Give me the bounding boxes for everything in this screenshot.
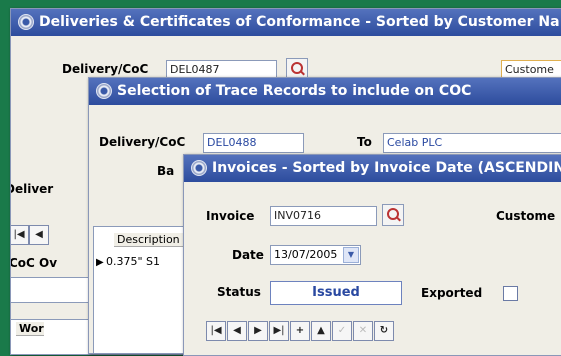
invoice-field[interactable]: INV0716 bbox=[270, 206, 377, 226]
date-combo[interactable]: 13/07/2005 ▼ bbox=[270, 245, 361, 265]
deliveries-titlebar[interactable]: Deliveries & Certificates of Conformance… bbox=[11, 9, 561, 36]
invoice-label: Invoice bbox=[206, 209, 255, 223]
first-record-button[interactable]: |◀ bbox=[11, 225, 29, 245]
trace-grid: Description ▶ 0.375" S1 bbox=[93, 226, 191, 353]
dropdown-arrow-icon[interactable]: ▼ bbox=[343, 247, 359, 263]
first-record-button[interactable]: |◀ bbox=[206, 321, 226, 341]
status-label: Status bbox=[217, 285, 261, 299]
works-header: Wor bbox=[16, 322, 44, 336]
save-check-icon[interactable]: ✓ bbox=[332, 321, 352, 341]
add-record-button[interactable]: + bbox=[290, 321, 310, 341]
to-field[interactable]: Celab PLC bbox=[383, 133, 561, 153]
date-value: 13/07/2005 bbox=[274, 248, 338, 261]
last-record-button[interactable]: ▶| bbox=[269, 321, 289, 341]
coc-overview-field[interactable] bbox=[11, 277, 90, 303]
prev-record-button[interactable]: ◀ bbox=[29, 225, 49, 245]
row-pointer-icon: ▶ bbox=[96, 257, 104, 268]
to-label: To bbox=[357, 135, 372, 149]
gear-icon[interactable] bbox=[96, 83, 112, 99]
trace-delivery-field[interactable]: DEL0488 bbox=[203, 133, 304, 153]
next-record-button[interactable]: ▶ bbox=[248, 321, 268, 341]
customer-label: Custome bbox=[496, 209, 556, 223]
trace-delivery-label: Delivery/CoC bbox=[99, 135, 186, 149]
works-grid: Wor bbox=[11, 319, 97, 354]
invoices-title: Invoices - Sorted by Invoice Date (ASCEN… bbox=[212, 160, 561, 176]
trace-title: Selection of Trace Records to include on… bbox=[117, 83, 472, 99]
invoices-titlebar[interactable]: Invoices - Sorted by Invoice Date (ASCEN… bbox=[184, 155, 561, 182]
up-button[interactable]: ▲ bbox=[311, 321, 331, 341]
deliveries-left-label: Deliver bbox=[11, 182, 54, 196]
delete-icon[interactable]: ✕ bbox=[353, 321, 373, 341]
gear-icon[interactable] bbox=[191, 160, 207, 176]
status-field: Issued bbox=[270, 281, 402, 305]
zoom-icon[interactable] bbox=[382, 204, 404, 226]
delivery-coc-label: Delivery/CoC bbox=[62, 62, 149, 76]
ba-label: Ba bbox=[157, 164, 175, 178]
gear-icon[interactable] bbox=[18, 14, 34, 30]
exported-checkbox[interactable] bbox=[503, 286, 518, 301]
deliveries-title: Deliveries & Certificates of Conformance… bbox=[39, 14, 560, 30]
date-label: Date bbox=[232, 248, 264, 262]
refresh-icon[interactable]: ↻ bbox=[374, 321, 394, 341]
trace-titlebar[interactable]: Selection of Trace Records to include on… bbox=[89, 78, 561, 105]
description-header: Description bbox=[114, 233, 187, 247]
coc-overview-label: CoC Ov bbox=[10, 256, 58, 270]
grid-row[interactable]: 0.375" S1 bbox=[106, 255, 160, 268]
invoices-window: Invoices - Sorted by Invoice Date (ASCEN… bbox=[183, 154, 561, 356]
exported-label: Exported bbox=[421, 286, 483, 300]
prev-record-button[interactable]: ◀ bbox=[227, 321, 247, 341]
